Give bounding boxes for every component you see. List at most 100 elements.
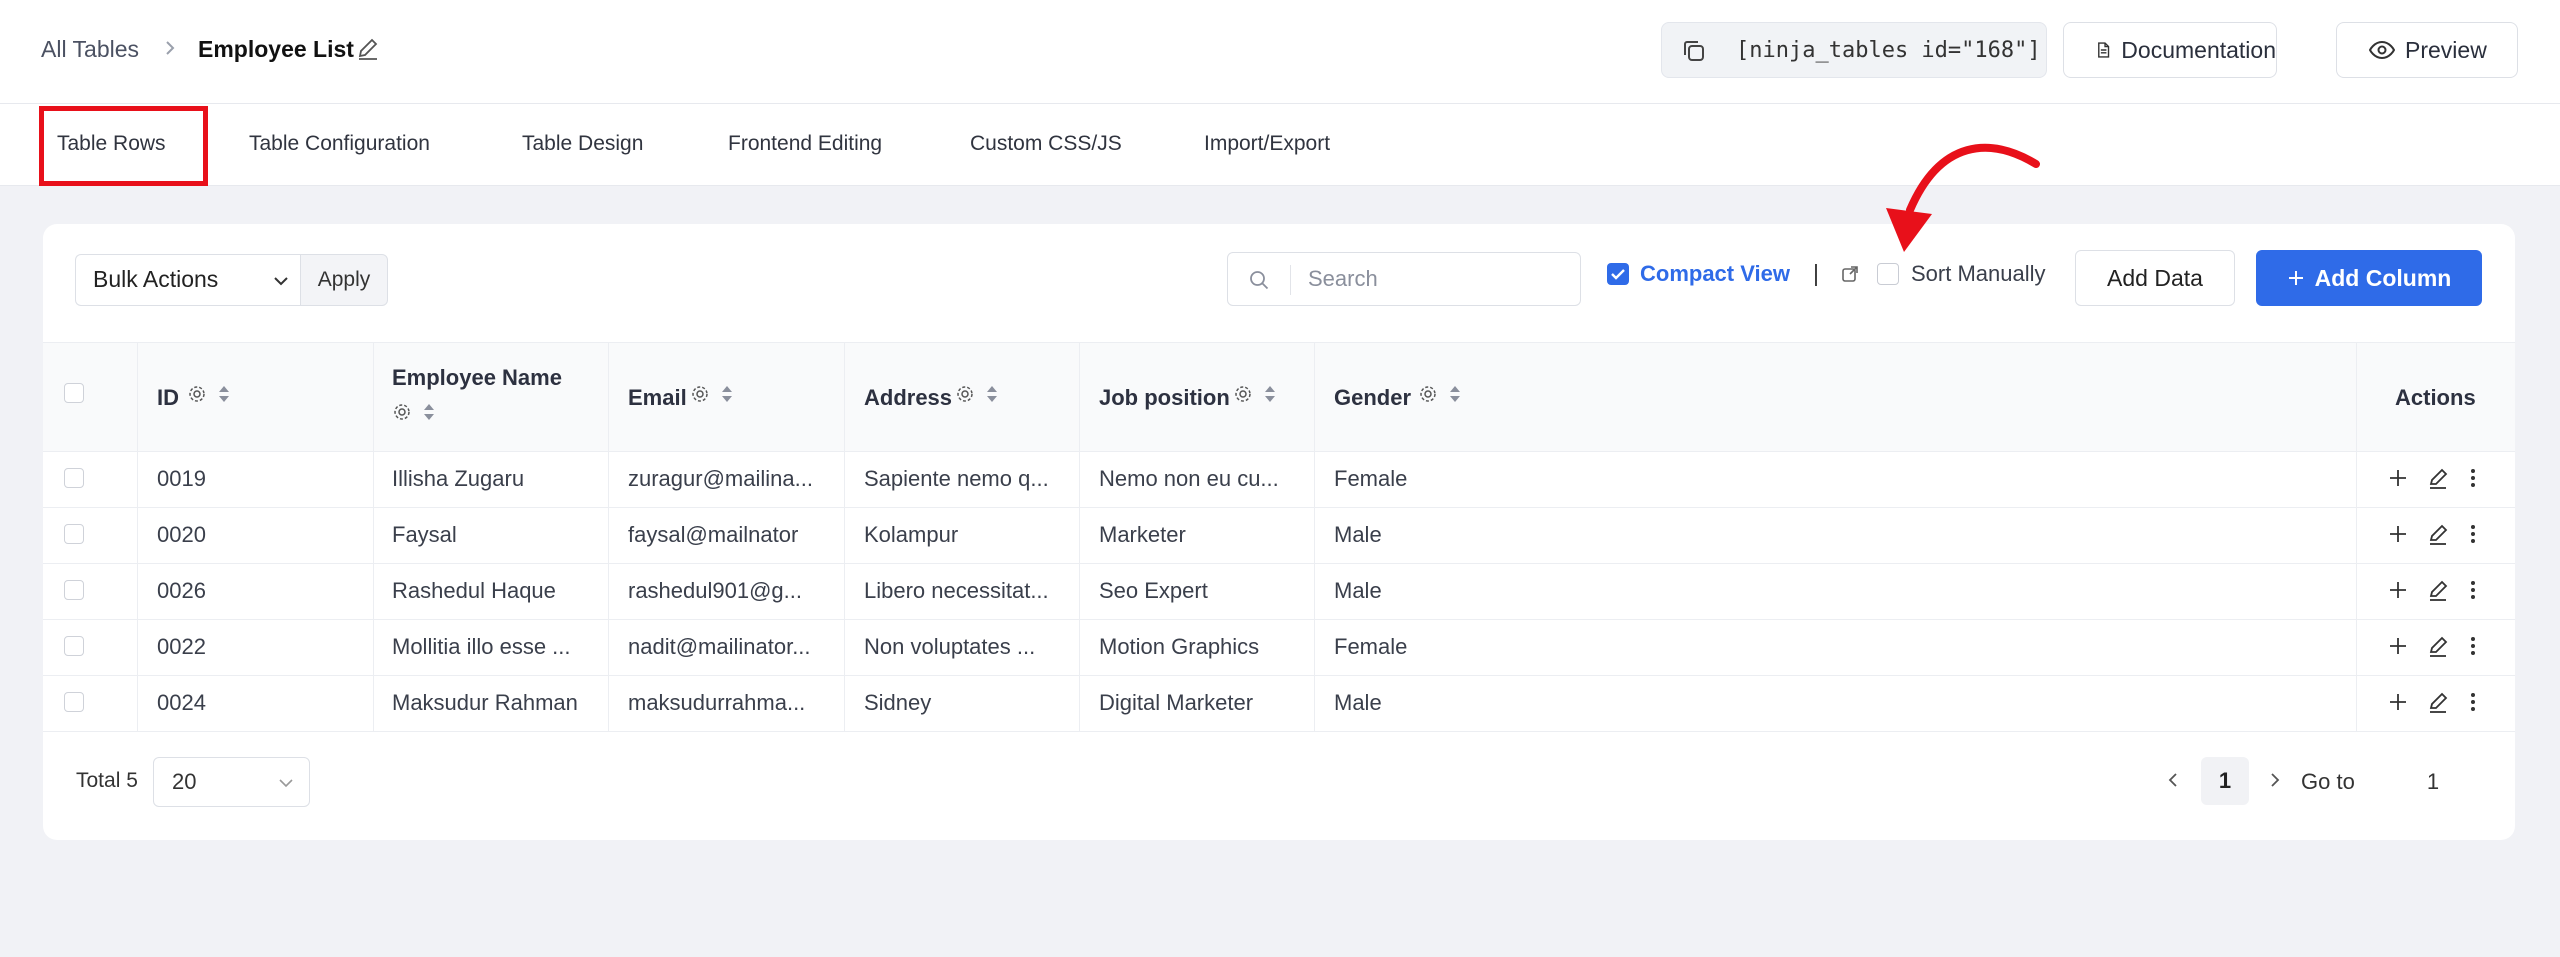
cell-email: zuragur@mailina...: [628, 466, 813, 491]
shortcode-copy[interactable]: [ninja_tables id="168"]: [1661, 22, 2047, 78]
plus-icon[interactable]: [2388, 636, 2408, 656]
table-row[interactable]: 0019 Illisha Zugaru zuragur@mailina... S…: [43, 452, 2515, 508]
cell-job-position: Seo Expert: [1099, 578, 1208, 603]
tab-table-configuration[interactable]: Table Configuration: [249, 132, 430, 156]
eye-icon: [2369, 40, 2395, 60]
external-link-icon[interactable]: [1840, 264, 1860, 284]
tab-custom-css-js[interactable]: Custom CSS/JS: [970, 132, 1122, 156]
column-job-position-controls: [1233, 383, 1277, 405]
page-size-select[interactable]: 20: [153, 757, 310, 807]
more-vertical-icon[interactable]: [2468, 579, 2478, 601]
table-row[interactable]: 0022 Mollitia illo esse ... nadit@mailin…: [43, 620, 2515, 676]
documentation-button[interactable]: Documentation: [2063, 22, 2277, 78]
gear-icon[interactable]: [392, 402, 412, 422]
row-checkbox[interactable]: [64, 580, 84, 600]
cell-employee-name: Faysal: [392, 522, 457, 547]
cell-address: Kolampur: [864, 522, 959, 547]
edit-icon[interactable]: [2426, 690, 2450, 714]
current-page-button[interactable]: 1: [2201, 757, 2249, 805]
cell-address: Non voluptates ...: [864, 634, 1036, 659]
plus-icon[interactable]: [2388, 524, 2408, 544]
sort-icon[interactable]: [985, 383, 999, 405]
edit-icon[interactable]: [2426, 522, 2450, 546]
row-actions: [2388, 466, 2478, 490]
sort-manually-label[interactable]: Sort Manually: [1911, 261, 2046, 287]
sort-icon[interactable]: [422, 401, 436, 423]
sort-icon[interactable]: [1448, 383, 1462, 405]
plus-icon[interactable]: [2388, 580, 2408, 600]
apply-button[interactable]: Apply: [300, 254, 388, 306]
edit-icon[interactable]: [2426, 634, 2450, 658]
table-row[interactable]: 0020 Faysal faysal@mailnator Kolampur Ma…: [43, 508, 2515, 564]
toolbar-separator: |: [1813, 260, 1819, 286]
cell-address: Sapiente nemo q...: [864, 466, 1049, 491]
sort-icon[interactable]: [217, 383, 231, 405]
sort-manually-checkbox[interactable]: [1877, 263, 1899, 285]
goto-label: Go to: [2301, 769, 2355, 794]
chevron-left-icon[interactable]: [2163, 770, 2183, 790]
cell-gender: Male: [1334, 690, 1382, 715]
compact-view-label[interactable]: Compact View: [1640, 261, 1790, 287]
column-header-address[interactable]: Address: [864, 385, 952, 411]
edit-icon[interactable]: [2426, 578, 2450, 602]
search-divider: [1290, 265, 1291, 295]
cell-job-position: Marketer: [1099, 522, 1186, 547]
preview-button[interactable]: Preview: [2336, 22, 2518, 78]
select-all-checkbox[interactable]: [64, 383, 84, 403]
gear-icon[interactable]: [1418, 384, 1438, 404]
column-id-controls: [187, 383, 231, 405]
add-column-button[interactable]: Add Column: [2256, 250, 2482, 306]
row-actions: [2388, 578, 2478, 602]
search-input[interactable]: [1308, 263, 1568, 295]
tab-frontend-editing[interactable]: Frontend Editing: [728, 132, 882, 156]
add-data-button[interactable]: Add Data: [2075, 250, 2235, 306]
gear-icon[interactable]: [955, 384, 975, 404]
compact-view-checkbox[interactable]: [1607, 263, 1629, 285]
cell-email: faysal@mailnator: [628, 522, 799, 547]
plus-icon: [2288, 271, 2303, 285]
plus-icon[interactable]: [2388, 468, 2408, 488]
goto-input[interactable]: 1: [2413, 769, 2453, 795]
column-header-gender[interactable]: Gender: [1334, 385, 1411, 411]
edit-title-icon[interactable]: [355, 36, 381, 62]
cell-id: 0026: [157, 578, 206, 603]
shortcode-text: [ninja_tables id="168"]: [1736, 38, 2041, 63]
row-checkbox[interactable]: [64, 468, 84, 488]
gear-icon[interactable]: [1233, 384, 1253, 404]
column-header-email[interactable]: Email: [628, 385, 687, 411]
tab-import-export[interactable]: Import/Export: [1204, 132, 1330, 156]
plus-icon[interactable]: [2388, 692, 2408, 712]
more-vertical-icon[interactable]: [2468, 691, 2478, 713]
sort-icon[interactable]: [1263, 383, 1277, 405]
sort-icon[interactable]: [720, 383, 734, 405]
cell-email: rashedul901@g...: [628, 578, 803, 603]
cell-job-position: Motion Graphics: [1099, 634, 1260, 659]
row-checkbox[interactable]: [64, 636, 84, 656]
cell-employee-name: Illisha Zugaru: [392, 466, 525, 491]
bulk-actions-select[interactable]: Bulk Actions: [75, 254, 301, 306]
gear-icon[interactable]: [690, 384, 710, 404]
column-header-job-position[interactable]: Job position: [1099, 385, 1230, 411]
more-vertical-icon[interactable]: [2468, 523, 2478, 545]
chevron-right-icon[interactable]: [2265, 770, 2285, 790]
gear-icon[interactable]: [187, 384, 207, 404]
bulk-actions-label: Bulk Actions: [93, 266, 219, 292]
more-vertical-icon[interactable]: [2468, 467, 2478, 489]
more-vertical-icon[interactable]: [2468, 635, 2478, 657]
edit-icon[interactable]: [2426, 466, 2450, 490]
search-box: [1227, 252, 1581, 306]
row-checkbox[interactable]: [64, 692, 84, 712]
copy-icon[interactable]: [1680, 37, 1708, 65]
table-row[interactable]: 0026 Rashedul Haque rashedul901@g... Lib…: [43, 564, 2515, 620]
table-card: Bulk Actions Apply Compact View | Sort M…: [43, 224, 2515, 840]
table-row[interactable]: 0024 Maksudur Rahman maksudurrahma... Si…: [43, 676, 2515, 732]
breadcrumb-all-tables[interactable]: All Tables: [41, 36, 139, 63]
tab-table-design[interactable]: Table Design: [522, 132, 643, 156]
cell-email: nadit@mailinator...: [628, 634, 811, 659]
column-header-employee-name[interactable]: Employee Name: [392, 365, 562, 391]
annotation-arrow-icon: [1886, 143, 2040, 252]
column-header-id[interactable]: ID: [157, 385, 179, 411]
tab-table-rows[interactable]: Table Rows: [57, 132, 166, 156]
cell-address: Sidney: [864, 690, 932, 715]
row-checkbox[interactable]: [64, 524, 84, 544]
